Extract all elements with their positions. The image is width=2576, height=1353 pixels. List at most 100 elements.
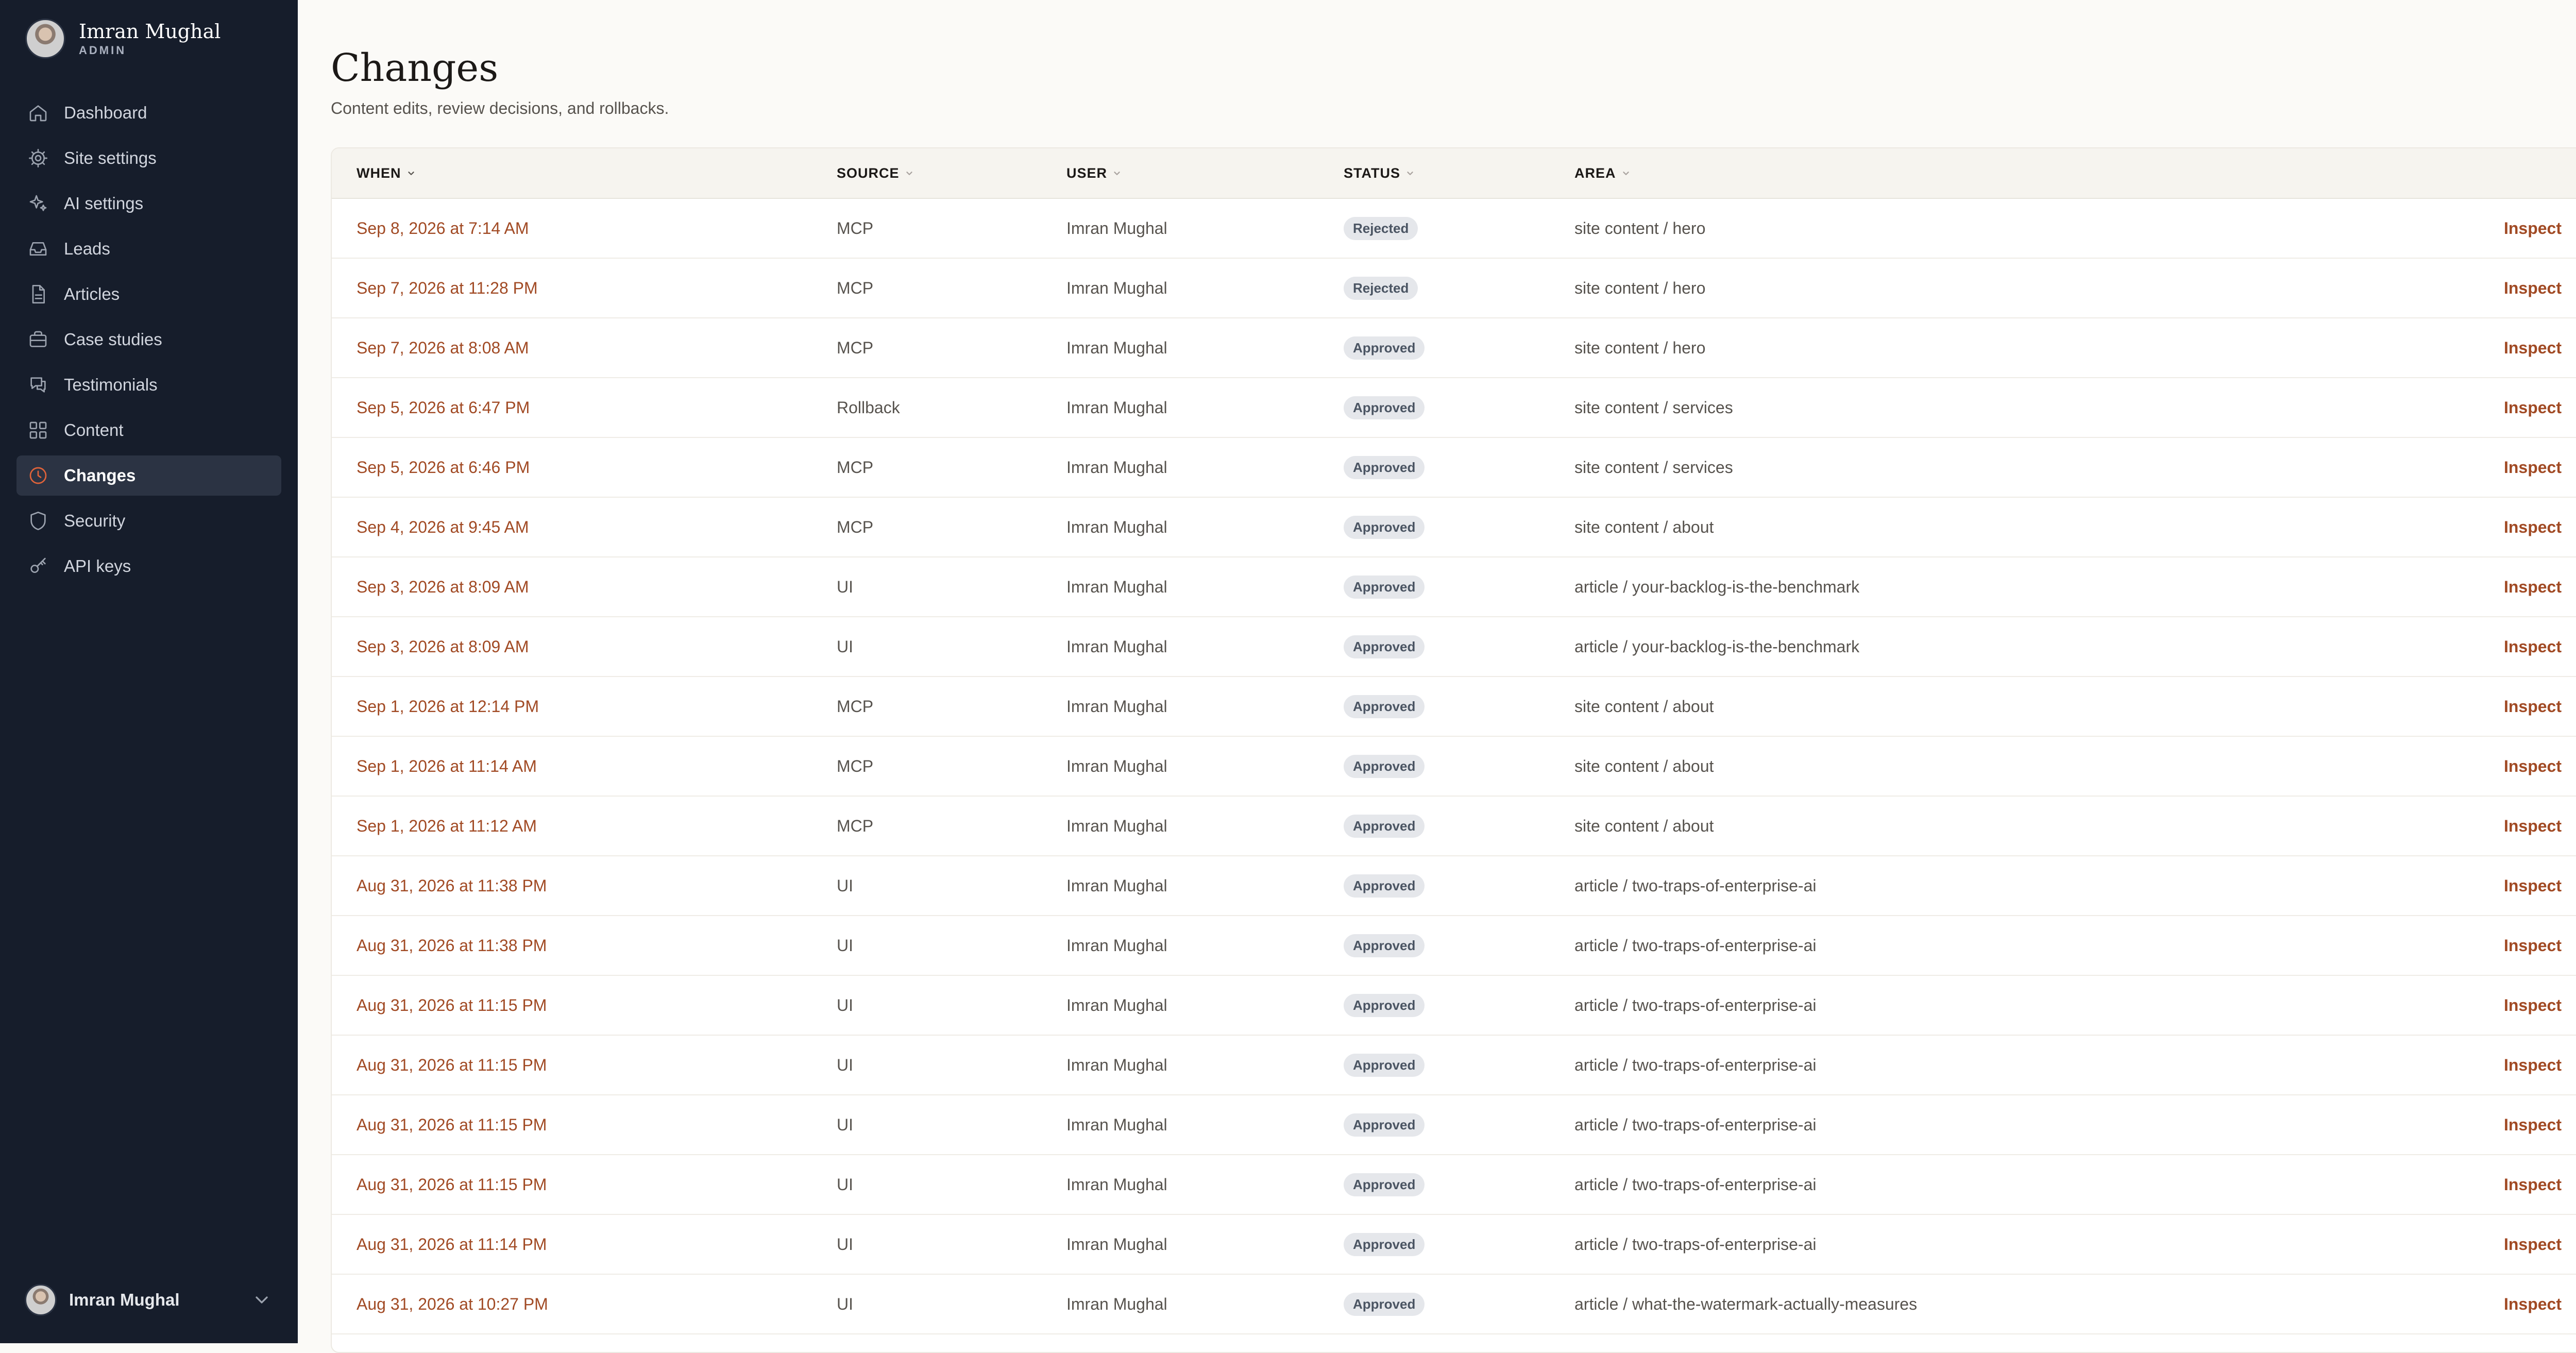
- table-row[interactable]: Aug 31, 2026 at 11:14 PM UI Imran Mughal Ap…: [332, 1215, 2576, 1275]
- cell-when[interactable]: Aug 31, 2026 at 11:15 PM: [357, 1155, 547, 1214]
- chevron-down-icon: [1114, 172, 1120, 175]
- cell-when[interactable]: Sep 5, 2026 at 6:46 PM: [357, 438, 530, 497]
- inspect-button[interactable]: Inspect: [2504, 378, 2562, 437]
- inspect-button[interactable]: Inspect: [2504, 1155, 2562, 1214]
- sidebar-item-testimonials[interactable]: Testimonials: [16, 365, 281, 405]
- cell-when[interactable]: Aug 31, 2026 at 11:15 PM: [357, 1095, 547, 1154]
- column-header-status[interactable]: STATUS: [1344, 148, 1416, 198]
- column-header-user[interactable]: USER: [1066, 148, 1123, 198]
- inspect-button[interactable]: Inspect: [2504, 318, 2562, 377]
- table-row[interactable]: Aug 31, 2026 at 11:15 PM UI Imran Mughal Ap…: [332, 1155, 2576, 1215]
- cell-when[interactable]: Aug 31, 2026 at 11:14 PM: [357, 1215, 547, 1274]
- sidebar-item-dashboard[interactable]: Dashboard: [16, 93, 281, 133]
- footer-user-name: Imran Mughal: [69, 1290, 180, 1309]
- cell-when[interactable]: Aug 31, 2026 at 11:38 PM: [357, 916, 547, 975]
- table-row[interactable]: Aug 31, 2026 at 10:27 PM UI Imran Mughal Ap…: [332, 1275, 2576, 1334]
- cell-when[interactable]: Sep 7, 2026 at 8:08 AM: [357, 318, 529, 377]
- cell-status: Approved: [1344, 617, 1425, 676]
- cell-when[interactable]: Aug 31, 2026 at 10:27 PM: [357, 1275, 548, 1333]
- inspect-button[interactable]: Inspect: [2504, 737, 2562, 796]
- gear-icon: [28, 148, 48, 168]
- inspect-button[interactable]: Inspect: [2504, 916, 2562, 975]
- sidebar-profile: Imran Mughal ADMIN: [25, 19, 221, 59]
- key-icon: [28, 556, 48, 577]
- inspect-button[interactable]: Inspect: [2504, 199, 2562, 258]
- inspect-button[interactable]: Inspect: [2504, 259, 2562, 317]
- table-row[interactable]: Aug 31, 2026 at 11:38 PM UI Imran Mughal Ap…: [332, 856, 2576, 916]
- sidebar-item-case-studies[interactable]: Case studies: [16, 319, 281, 360]
- cell-when[interactable]: Sep 5, 2026 at 6:47 PM: [357, 378, 530, 437]
- inspect-button[interactable]: Inspect: [2504, 856, 2562, 915]
- inspect-button[interactable]: Inspect: [2504, 557, 2562, 616]
- cell-status: Approved: [1344, 737, 1425, 796]
- status-badge: Approved: [1344, 754, 1425, 778]
- sidebar-item-ai-settings[interactable]: AI settings: [16, 183, 281, 224]
- table-row[interactable]: Sep 1, 2026 at 12:14 PM MCP Imran Mughal Ap…: [332, 677, 2576, 737]
- inspect-button[interactable]: Inspect: [2504, 438, 2562, 497]
- table-row[interactable]: Sep 7, 2026 at 8:08 AM MCP Imran Mughal App…: [332, 318, 2576, 378]
- column-header-source[interactable]: SOURCE: [837, 148, 915, 198]
- cell-source: MCP: [837, 458, 874, 477]
- inspect-button[interactable]: Inspect: [2504, 1275, 2562, 1333]
- cell-when[interactable]: Aug 31, 2026 at 11:15 PM: [357, 976, 547, 1035]
- cell-source: MCP: [837, 697, 874, 716]
- table-row[interactable]: Sep 4, 2026 at 9:45 AM MCP Imran Mughal App…: [332, 498, 2576, 557]
- sidebar-item-label: Security: [64, 511, 126, 530]
- table-row[interactable]: Sep 5, 2026 at 6:47 PM Rollback Imran Mugh…: [332, 378, 2576, 438]
- table-row[interactable]: Sep 7, 2026 at 11:28 PM MCP Imran Mughal Re…: [332, 259, 2576, 318]
- cell-when[interactable]: Sep 1, 2026 at 11:14 AM: [357, 737, 537, 796]
- table-body: Sep 8, 2026 at 7:14 AM MCP Imran Mughal Rej…: [332, 199, 2576, 1334]
- cell-when[interactable]: Sep 1, 2026 at 11:12 AM: [357, 797, 537, 855]
- sidebar-item-articles[interactable]: Articles: [16, 274, 281, 314]
- cell-source: UI: [837, 1294, 853, 1313]
- inspect-button[interactable]: Inspect: [2504, 797, 2562, 855]
- cell-area: article / two-traps-of-enterprise-ai: [1574, 995, 1817, 1014]
- sidebar-item-leads[interactable]: Leads: [16, 229, 281, 269]
- table-row[interactable]: Aug 31, 2026 at 11:15 PM UI Imran Mughal Ap…: [332, 1095, 2576, 1155]
- cell-when[interactable]: Sep 4, 2026 at 9:45 AM: [357, 498, 529, 556]
- cell-when[interactable]: Sep 3, 2026 at 8:09 AM: [357, 557, 529, 616]
- chevron-down-icon: [1407, 172, 1413, 175]
- sidebar-item-content[interactable]: Content: [16, 410, 281, 450]
- table-row[interactable]: Sep 1, 2026 at 11:12 AM MCP Imran Mughal Ap…: [332, 797, 2576, 856]
- cell-when[interactable]: Sep 7, 2026 at 11:28 PM: [357, 259, 538, 317]
- inspect-button[interactable]: Inspect: [2504, 1095, 2562, 1154]
- cell-when[interactable]: Sep 1, 2026 at 12:14 PM: [357, 677, 539, 736]
- sidebar-item-security[interactable]: Security: [16, 501, 281, 541]
- sidebar-item-api-keys[interactable]: API keys: [16, 546, 281, 586]
- cell-source: MCP: [837, 816, 874, 835]
- column-header-area[interactable]: AREA: [1574, 148, 1632, 198]
- table-row[interactable]: Sep 8, 2026 at 7:14 AM MCP Imran Mughal Rej…: [332, 199, 2576, 259]
- sidebar-item-label: Content: [64, 420, 124, 439]
- inspect-button[interactable]: Inspect: [2504, 1215, 2562, 1274]
- table-row[interactable]: Sep 1, 2026 at 11:14 AM MCP Imran Mughal Ap…: [332, 737, 2576, 797]
- cell-when[interactable]: Sep 8, 2026 at 7:14 AM: [357, 199, 529, 258]
- table-row[interactable]: Sep 5, 2026 at 6:46 PM MCP Imran Mughal App…: [332, 438, 2576, 498]
- cell-source: UI: [837, 1234, 853, 1254]
- table-row[interactable]: Sep 3, 2026 at 8:09 AM UI Imran Mughal Appr…: [332, 617, 2576, 677]
- briefcase-icon: [28, 329, 48, 350]
- cell-when[interactable]: Aug 31, 2026 at 11:15 PM: [357, 1036, 547, 1094]
- clock-icon: [28, 465, 48, 486]
- sidebar-item-site-settings[interactable]: Site settings: [16, 138, 281, 178]
- cell-area: article / two-traps-of-enterprise-ai: [1574, 1175, 1817, 1194]
- document-icon: [28, 284, 48, 305]
- inspect-button[interactable]: Inspect: [2504, 1036, 2562, 1094]
- table-row[interactable]: Aug 31, 2026 at 11:38 PM UI Imran Mughal Ap…: [332, 916, 2576, 976]
- column-header-when[interactable]: WHEN: [357, 148, 417, 198]
- cell-source: MCP: [837, 756, 874, 775]
- sidebar-item-changes[interactable]: Changes: [16, 455, 281, 496]
- table-row[interactable]: Aug 31, 2026 at 11:15 PM UI Imran Mughal Ap…: [332, 976, 2576, 1036]
- table-row[interactable]: Aug 31, 2026 at 11:15 PM UI Imran Mughal Ap…: [332, 1036, 2576, 1095]
- inspect-button[interactable]: Inspect: [2504, 976, 2562, 1035]
- cell-status: Approved: [1344, 438, 1425, 497]
- cell-when[interactable]: Sep 3, 2026 at 8:09 AM: [357, 617, 529, 676]
- inspect-button[interactable]: Inspect: [2504, 677, 2562, 736]
- cell-user: Imran Mughal: [1066, 1294, 1167, 1313]
- cell-area: article / two-traps-of-enterprise-ai: [1574, 1115, 1817, 1134]
- cell-when[interactable]: Aug 31, 2026 at 11:38 PM: [357, 856, 547, 915]
- sidebar-user-menu[interactable]: Imran Mughal: [16, 1279, 281, 1321]
- table-row[interactable]: Sep 3, 2026 at 8:09 AM UI Imran Mughal Appr…: [332, 557, 2576, 617]
- inspect-button[interactable]: Inspect: [2504, 617, 2562, 676]
- inspect-button[interactable]: Inspect: [2504, 498, 2562, 556]
